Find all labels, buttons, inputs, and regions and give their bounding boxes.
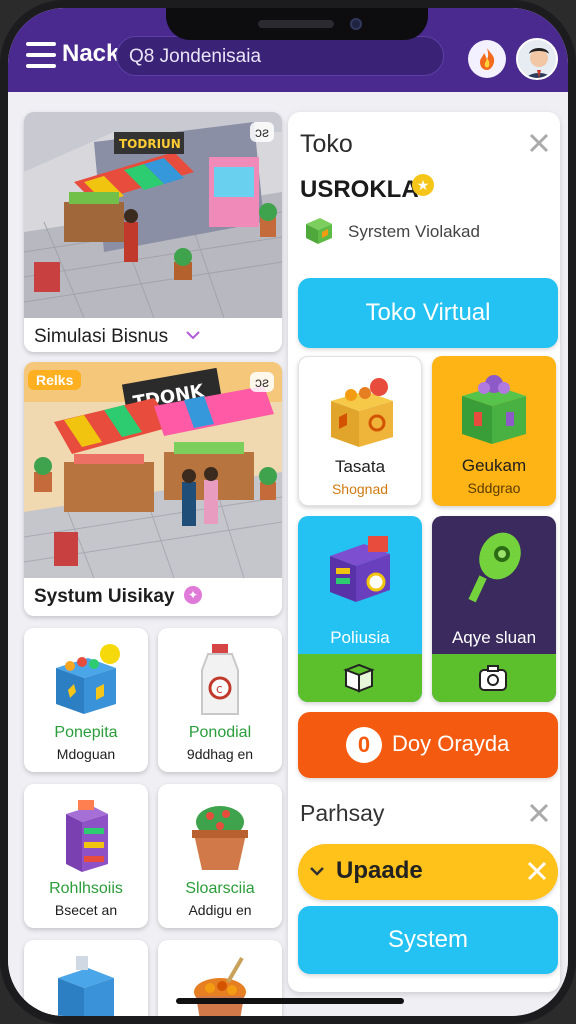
gift-box-icon [56, 644, 120, 714]
card-corner-badge[interactable]: ɔƨ [250, 122, 274, 142]
grid-tile-poliusia[interactable]: Poliusia [298, 516, 422, 702]
plant-pot-icon [192, 806, 248, 870]
cash-register-icon [330, 536, 390, 602]
bottle-icon: c [201, 644, 239, 715]
grid-tile-subtitle: Sddgrao [467, 480, 521, 496]
panel-title: Toko [300, 130, 353, 158]
shop-panel: Toko USROKLA ★ Syrstem Violakad Toko Vir… [288, 112, 560, 992]
feed-card-simulation[interactable]: TODRIUN ɔƨ Simulasi Bisnus [24, 112, 282, 352]
tile-subtitle: 9ddhag en [186, 746, 254, 762]
tile-subtitle: Addigu en [188, 902, 252, 918]
tile-footer [432, 654, 556, 702]
order-count-badge: 0 [346, 727, 382, 763]
tile-subtitle: Bsecet an [54, 902, 118, 918]
svg-text:c: c [216, 682, 223, 696]
grid-tile-name: Geukam [461, 456, 527, 475]
shop-sign-text: TODRIUN [119, 137, 181, 151]
card-title: Systum Uisikay [34, 586, 175, 607]
card-title: Simulasi Bisnus [34, 326, 169, 347]
app-brand: Nack [62, 40, 120, 67]
card-ribbon: Relks [28, 370, 82, 390]
store-scene-image: TDONK [24, 362, 282, 578]
grid-tile-tasata[interactable]: Tasata Shognad [298, 356, 422, 506]
product-tile[interactable]: Rohlhsoiis Bsecet an [24, 784, 148, 928]
star-icon: ★ [412, 174, 434, 196]
fire-icon[interactable] [468, 40, 506, 78]
close-icon[interactable] [528, 132, 550, 154]
search-input[interactable]: Q8 Jondenisaia [129, 46, 261, 68]
key-icon [468, 532, 521, 603]
card-corner-badge[interactable]: ɔƨ [250, 372, 274, 392]
sparkle-icon: ✦ [184, 586, 202, 604]
chevron-down-icon[interactable] [186, 330, 200, 340]
close-icon[interactable] [528, 802, 550, 824]
day-order-label: Doy Orayda [392, 731, 510, 756]
shop-scene-image: TODRIUN [24, 112, 282, 318]
grid-tile-aqye-sluan[interactable]: Aqye sluan [432, 516, 556, 702]
product-tile-partial[interactable] [24, 940, 148, 1016]
shelf-icon [66, 800, 108, 872]
grid-tile-name: Poliusia [330, 628, 390, 647]
grid-tile-geukam[interactable]: Geukam Sddgrao [432, 356, 556, 506]
virtual-store-button[interactable]: Toko Virtual [298, 278, 558, 348]
notch [166, 8, 428, 40]
tile-name: Ponodial [188, 724, 252, 741]
cube-outline-icon[interactable] [342, 662, 376, 694]
hamburger-menu-icon[interactable] [26, 42, 56, 68]
phone-frame: Nack Q8 Jondenisaia TODRIUN ɔƨ Simulasi … [0, 0, 576, 1024]
tile-name: Rohlhsoiis [49, 880, 123, 897]
update-button[interactable]: Upaade [298, 844, 558, 900]
tile-footer [298, 654, 422, 702]
system-button[interactable]: System [298, 906, 558, 974]
feed-card-system[interactable]: TDONK Relks ɔƨ Systum Uisikay ✦ [24, 362, 282, 616]
avatar[interactable] [516, 38, 558, 80]
product-tile[interactable]: c Ponodial 9ddhag en [158, 628, 282, 772]
update-label: Upaade [336, 857, 423, 884]
grid-tile-subtitle: Shognad [331, 481, 389, 497]
gift-icon [462, 375, 526, 444]
box-icon [58, 956, 114, 1016]
home-indicator [176, 998, 404, 1004]
product-tile-partial[interactable] [158, 940, 282, 1016]
cube-icon [306, 218, 332, 244]
product-tile[interactable]: Sloarsciia Addigu en [158, 784, 282, 928]
grid-tile-name: Aqye sluan [451, 628, 537, 647]
tile-name: Ponepita [54, 724, 118, 741]
grid-tile-name: Tasata [334, 457, 386, 476]
section-title: Parhsay [300, 800, 385, 826]
screen: Nack Q8 Jondenisaia TODRIUN ɔƨ Simulasi … [8, 8, 568, 1016]
chevron-down-icon [310, 867, 324, 876]
search-bar[interactable]: Q8 Jondenisaia [116, 36, 444, 76]
product-tile[interactable]: Ponepita Mdoguan [24, 628, 148, 772]
crate-icon [331, 378, 393, 447]
basket-icon [194, 956, 246, 1016]
day-order-button[interactable]: 0 Doy Orayda [298, 712, 558, 778]
shop-name: USROKLA [300, 176, 419, 203]
camera-cube-icon[interactable] [476, 662, 510, 694]
dismiss-icon[interactable] [526, 860, 548, 882]
tile-name: Sloarsciia [185, 880, 255, 897]
main-content: TODRIUN ɔƨ Simulasi Bisnus TDONK Relks ɔ… [8, 92, 568, 1016]
tile-subtitle: Mdoguan [56, 746, 116, 762]
system-label: Syrstem Violakad [348, 222, 480, 241]
